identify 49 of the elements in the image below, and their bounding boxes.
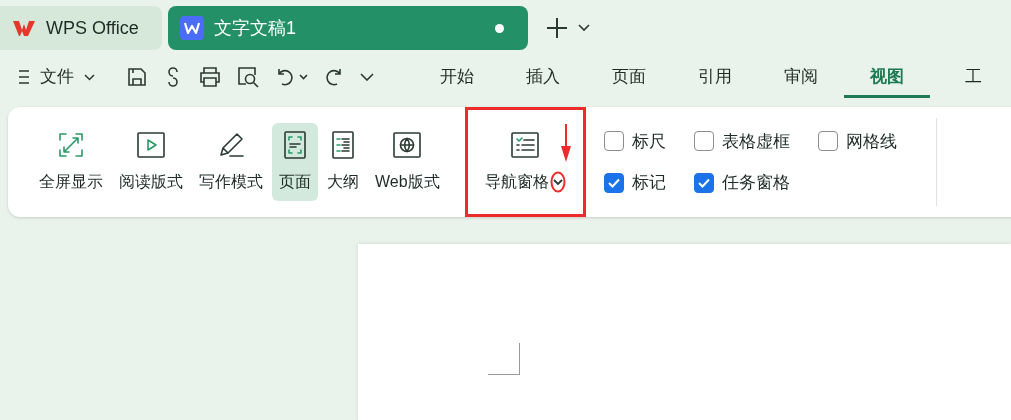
redo-icon[interactable] [324, 67, 344, 87]
menu-icon [18, 70, 30, 84]
checkbox[interactable] [693, 172, 714, 193]
annotation-arrow [560, 124, 571, 162]
ribbon-tab[interactable]: 工 [930, 56, 1011, 98]
print-preview-icon[interactable] [237, 66, 259, 88]
play-screen-icon [136, 130, 166, 160]
more-icon[interactable] [360, 73, 374, 81]
dropdown-icon[interactable] [578, 24, 590, 32]
undo-icon[interactable] [275, 67, 295, 87]
logo-icon [12, 18, 36, 38]
view-mode-button[interactable]: Web版式 [368, 123, 447, 201]
caret-icon [84, 73, 95, 81]
ribbon-tab[interactable]: 引用 [672, 56, 758, 98]
view-option-checkbox[interactable]: 网格线 [817, 128, 928, 154]
print-icon[interactable] [199, 67, 221, 87]
save-icon[interactable] [127, 67, 147, 87]
circled-caret-icon [549, 171, 566, 193]
globe-page-icon [392, 130, 423, 160]
ribbon-tab[interactable]: 视图 [844, 56, 930, 98]
document-tab[interactable]: 文字文稿1 [168, 6, 528, 50]
view-mode-button[interactable]: 写作模式 [192, 123, 270, 201]
new-tab-icon[interactable] [546, 17, 568, 39]
view-mode-button[interactable]: 全屏显示 [32, 123, 110, 201]
ribbon-tab[interactable]: 审阅 [758, 56, 844, 98]
document-tab[interactable]: WPS Office [0, 6, 162, 50]
view-mode-button[interactable]: 大纲 [320, 123, 366, 201]
view-option-checkbox[interactable]: 任务窗格 [693, 170, 818, 196]
ribbon-tab[interactable]: 页面 [586, 56, 672, 98]
caret-icon[interactable] [299, 74, 308, 80]
checkbox[interactable] [693, 131, 714, 152]
view-mode-button[interactable]: 阅读版式 [112, 123, 190, 201]
ribbon-tab[interactable]: 开始 [414, 56, 500, 98]
view-mode-button[interactable]: 导航窗格 [477, 123, 573, 201]
checkbox[interactable] [817, 131, 838, 152]
navigation-list-icon [510, 130, 541, 160]
checkbox[interactable] [603, 131, 624, 152]
file-menu-button[interactable]: 文件 [18, 64, 109, 90]
ribbon-tab[interactable]: 插入 [500, 56, 586, 98]
view-option-checkbox[interactable]: 表格虚框 [693, 128, 818, 154]
checkmark-icon [697, 177, 710, 188]
document-icon [180, 16, 204, 40]
view-option-checkbox[interactable]: 标记 [603, 170, 694, 196]
margin-corner-mark [488, 343, 520, 375]
view-mode-button[interactable]: 页面 [272, 123, 318, 201]
checkmark-icon [607, 177, 620, 188]
checkbox[interactable] [603, 172, 624, 193]
fullscreen-icon [56, 130, 86, 160]
view-option-checkbox[interactable]: 标尺 [603, 128, 694, 154]
